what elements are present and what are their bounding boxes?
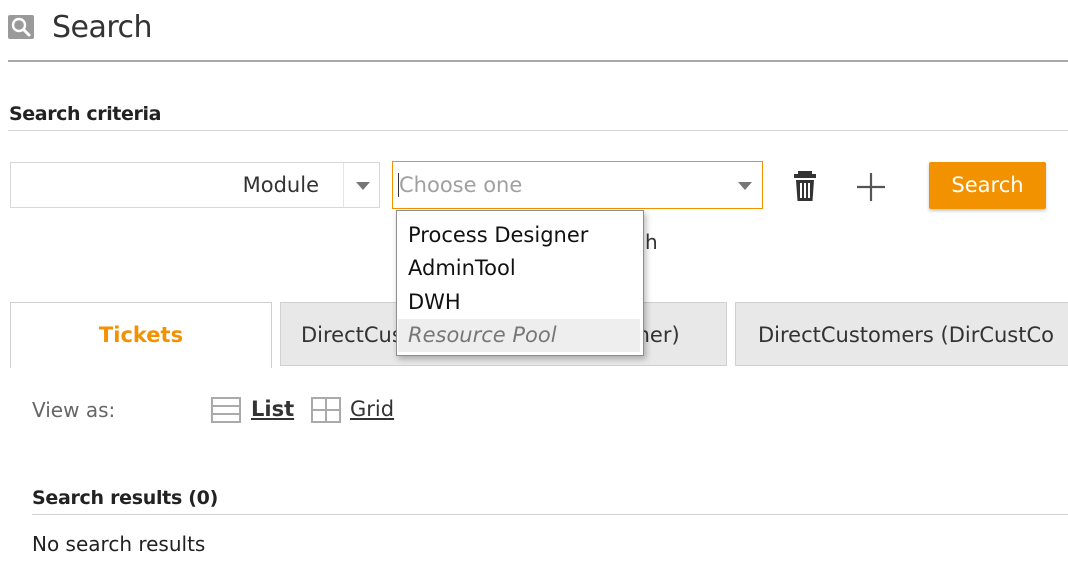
field-select-value: Module bbox=[242, 173, 319, 197]
empty-results-message: No search results bbox=[32, 532, 206, 556]
tab-tickets[interactable]: Tickets bbox=[10, 302, 272, 368]
tab-direct-customers-company[interactable]: DirectCustomers (DirCustCo bbox=[735, 302, 1068, 366]
dropdown-option-highlighted[interactable]: Resource Pool bbox=[398, 319, 640, 352]
chevron-down-icon[interactable] bbox=[356, 182, 370, 190]
chevron-down-icon[interactable] bbox=[738, 182, 752, 190]
plus-icon[interactable] bbox=[854, 170, 888, 204]
search-criteria-heading: Search criteria bbox=[9, 103, 161, 125]
criteria-divider bbox=[8, 130, 1068, 131]
title-divider bbox=[8, 60, 1068, 62]
value-select-placeholder: Choose one bbox=[399, 173, 523, 197]
grid-view-link[interactable]: Grid bbox=[350, 396, 394, 422]
results-divider bbox=[32, 514, 1068, 515]
field-select[interactable]: Module bbox=[10, 162, 380, 208]
search-results-heading: Search results (0) bbox=[32, 487, 218, 509]
value-dropdown-menu: Process Designer AdminTool DWH Resource … bbox=[396, 210, 644, 356]
trash-icon[interactable] bbox=[792, 169, 818, 203]
grid-icon[interactable] bbox=[311, 396, 341, 424]
field-select-divider bbox=[343, 163, 344, 207]
search-button[interactable]: Search bbox=[929, 162, 1046, 209]
dropdown-option[interactable]: Process Designer bbox=[398, 219, 640, 252]
list-view-link[interactable]: List bbox=[251, 396, 294, 422]
search-icon bbox=[8, 15, 34, 39]
view-as-label: View as: bbox=[32, 398, 116, 422]
list-icon[interactable] bbox=[211, 396, 241, 424]
page-title: Search bbox=[52, 10, 153, 45]
dropdown-option[interactable]: DWH bbox=[398, 286, 640, 319]
dropdown-option[interactable]: AdminTool bbox=[398, 252, 640, 285]
value-select[interactable]: Choose one bbox=[392, 161, 763, 209]
